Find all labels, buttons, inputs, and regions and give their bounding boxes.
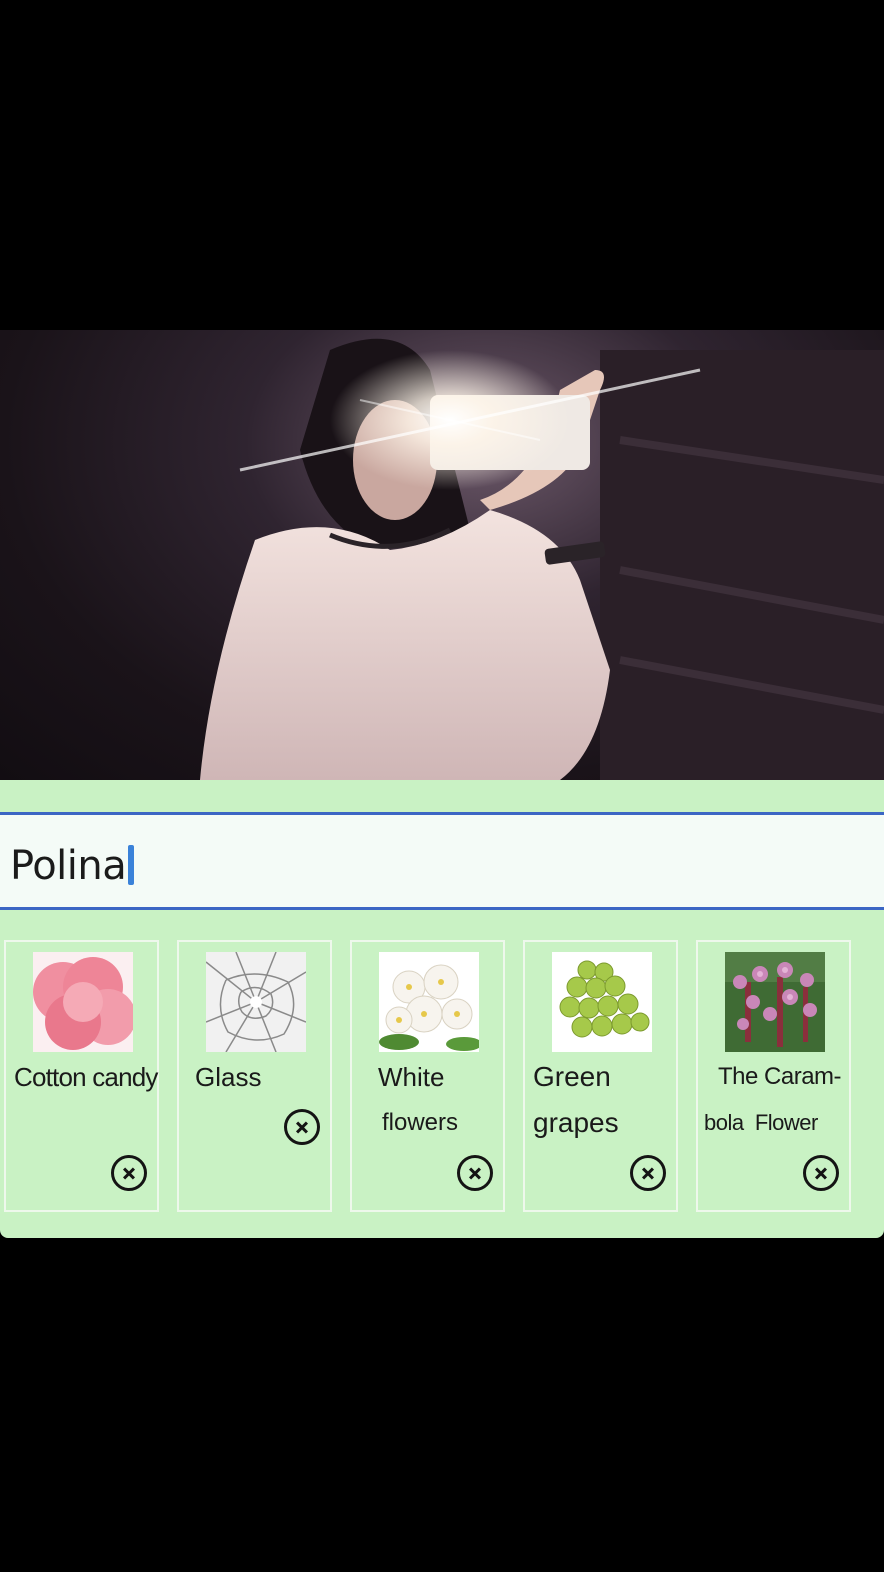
scent-list: Cotton candy Glass White flowers Green g…	[4, 940, 880, 1214]
cotton-candy-image	[33, 952, 133, 1052]
scent-card-green-grapes[interactable]: Green grapes	[523, 940, 678, 1212]
close-circle-icon[interactable]	[457, 1155, 493, 1191]
scent-label-line1: Green	[533, 1061, 611, 1092]
name-input-value: Polina	[10, 843, 135, 889]
scent-card-glass[interactable]: Glass	[177, 940, 332, 1212]
carambola-flower-image	[725, 952, 825, 1052]
scent-card-cotton-candy[interactable]: Cotton candy	[4, 940, 159, 1212]
close-circle-icon[interactable]	[111, 1155, 147, 1191]
scent-label-line2: bola Flower	[704, 1110, 818, 1135]
scent-card-white-flowers[interactable]: White flowers	[350, 940, 505, 1212]
scent-label: Glass	[195, 1062, 262, 1092]
name-input[interactable]: Polina	[0, 812, 884, 910]
scent-label: Cotton candy	[14, 1062, 158, 1092]
profile-photo	[0, 330, 884, 780]
scent-label-line2: flowers	[382, 1109, 459, 1136]
white-flowers-image	[379, 952, 479, 1052]
close-circle-icon[interactable]	[630, 1155, 666, 1191]
mirror-selfie-image	[200, 338, 884, 780]
scent-label-line1: The Caram-	[718, 1063, 842, 1090]
scent-panel: Polina Cotton candy Glass White flowers …	[0, 780, 884, 1238]
scent-label-line2: grapes	[533, 1107, 619, 1138]
screen: Polina Cotton candy Glass White flowers …	[0, 0, 884, 1572]
close-circle-icon[interactable]	[284, 1109, 320, 1145]
scent-label-line1: White	[378, 1062, 445, 1092]
text-cursor	[128, 845, 135, 885]
green-grapes-image	[552, 952, 652, 1052]
shattered-glass-image	[206, 952, 306, 1052]
close-circle-icon[interactable]	[803, 1155, 839, 1191]
scent-card-carambola-flower[interactable]: The Caram- bola Flower	[696, 940, 851, 1212]
